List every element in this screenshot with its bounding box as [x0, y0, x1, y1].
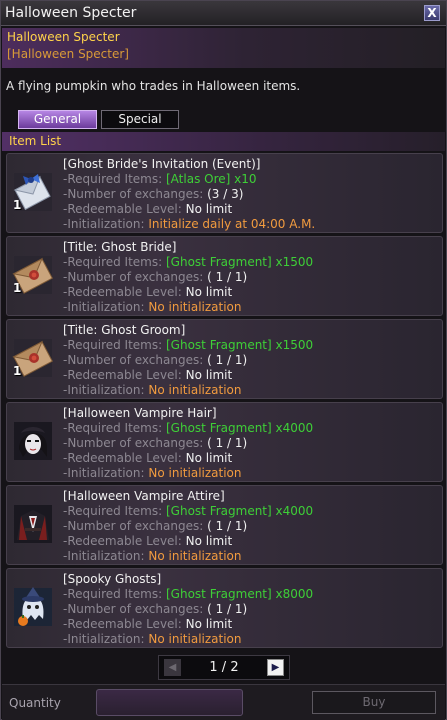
title-bar[interactable]: Halloween Specter X — [1, 1, 446, 26]
item-row[interactable]: [Halloween Vampire Hair] -Required Items… — [6, 402, 443, 482]
item-row[interactable]: 1 [Title: Ghost Groom] -Required Items: … — [6, 319, 443, 399]
redeemable-label: -Redeemable Level: — [63, 285, 182, 299]
npc-name: Halloween Specter — [7, 30, 120, 44]
ghost-icon — [11, 585, 55, 631]
tab-special[interactable]: Special — [101, 110, 179, 129]
required-label: -Required Items: — [63, 338, 163, 352]
exchanges-label: -Number of exchanges: — [63, 519, 204, 533]
shop-window: Halloween Specter X Halloween Specter [H… — [0, 0, 447, 720]
redeemable-level: No limit — [185, 202, 233, 216]
exchanges-label: -Number of exchanges: — [63, 602, 204, 616]
required-items: [Ghost Fragment] x1500 — [166, 255, 314, 269]
redeemable-level: No limit — [185, 534, 233, 548]
item-name: [Halloween Vampire Attire] — [63, 489, 225, 503]
item-quantity-badge: 1 — [13, 198, 22, 212]
buy-button[interactable]: Buy — [312, 691, 436, 714]
required-items: [Ghost Fragment] x4000 — [166, 504, 314, 518]
triangle-right-icon: ▶ — [271, 662, 280, 673]
item-row[interactable]: [Spooky Ghosts] -Required Items: [Ghost … — [6, 568, 443, 648]
item-list-label: Item List — [9, 134, 62, 148]
redeemable-level: No limit — [185, 368, 233, 382]
item-details: [Halloween Vampire Attire] -Required Ite… — [63, 489, 313, 564]
initialization-value: Initialize daily at 04:00 A.M. — [148, 217, 316, 231]
redeemable-label: -Redeemable Level: — [63, 617, 182, 631]
init-label: -Initialization: — [63, 383, 145, 397]
redeemable-level: No limit — [185, 617, 233, 631]
init-label: -Initialization: — [63, 217, 145, 231]
item-name: [Ghost Bride's Invitation (Event)] — [63, 157, 261, 171]
exchange-count: ( 1 / 1) — [207, 270, 248, 284]
required-label: -Required Items: — [63, 587, 163, 601]
redeemable-level: No limit — [185, 285, 233, 299]
tab-general[interactable]: General — [18, 110, 97, 129]
redeemable-label: -Redeemable Level: — [63, 451, 182, 465]
quantity-input[interactable] — [96, 689, 243, 716]
exchange-count: (3 / 3) — [207, 187, 244, 201]
item-list-header: Item List — [2, 132, 445, 151]
init-label: -Initialization: — [63, 466, 145, 480]
redeemable-level: No limit — [185, 451, 233, 465]
required-items: [Ghost Fragment] x1500 — [166, 338, 314, 352]
initialization-value: No initialization — [148, 383, 242, 397]
init-label: -Initialization: — [63, 300, 145, 314]
item-row[interactable]: 1 [Ghost Bride's Invitation (Event)] -Re… — [6, 153, 443, 233]
exchanges-label: -Number of exchanges: — [63, 436, 204, 450]
exchanges-label: -Number of exchanges: — [63, 187, 204, 201]
item-name: [Spooky Ghosts] — [63, 572, 162, 586]
item-name: [Title: Ghost Groom] — [63, 323, 186, 337]
footer: Quantity Buy — [2, 684, 445, 720]
next-page-button[interactable]: ▶ — [267, 659, 284, 676]
item-details: [Ghost Bride's Invitation (Event)] -Requ… — [63, 157, 315, 232]
redeemable-label: -Redeemable Level: — [63, 368, 182, 382]
item-name: [Halloween Vampire Hair] — [63, 406, 217, 420]
initialization-value: No initialization — [148, 300, 242, 314]
exchanges-label: -Number of exchanges: — [63, 353, 204, 367]
item-details: [Halloween Vampire Hair] -Required Items… — [63, 406, 313, 481]
required-items: [Ghost Fragment] x4000 — [166, 421, 314, 435]
exchange-count: ( 1 / 1) — [207, 353, 248, 367]
required-items: [Ghost Fragment] x8000 — [166, 587, 314, 601]
required-label: -Required Items: — [63, 255, 163, 269]
init-label: -Initialization: — [63, 632, 145, 646]
exchange-count: ( 1 / 1) — [207, 436, 248, 450]
item-details: [Title: Ghost Groom] -Required Items: [G… — [63, 323, 313, 398]
exchange-count: ( 1 / 1) — [207, 602, 248, 616]
required-label: -Required Items: — [63, 172, 163, 186]
close-icon: X — [427, 6, 437, 20]
npc-description: A flying pumpkin who trades in Halloween… — [6, 79, 301, 93]
npc-subtitle: [Halloween Specter] — [7, 47, 129, 61]
close-button[interactable]: X — [424, 5, 440, 21]
item-quantity-badge: 1 — [13, 281, 22, 295]
item-details: [Title: Ghost Bride] -Required Items: [G… — [63, 240, 313, 315]
npc-header: Halloween Specter [Halloween Specter] — [2, 28, 445, 68]
exchange-count: ( 1 / 1) — [207, 519, 248, 533]
initialization-value: No initialization — [148, 632, 242, 646]
item-details: [Spooky Ghosts] -Required Items: [Ghost … — [63, 572, 313, 647]
item-row[interactable]: 1 [Title: Ghost Bride] -Required Items: … — [6, 236, 443, 316]
initialization-value: No initialization — [148, 549, 242, 563]
init-label: -Initialization: — [63, 549, 145, 563]
required-label: -Required Items: — [63, 504, 163, 518]
pagination: ◀ 1 / 2 ▶ — [158, 655, 290, 680]
initialization-value: No initialization — [148, 466, 242, 480]
redeemable-label: -Redeemable Level: — [63, 534, 182, 548]
item-row[interactable]: [Halloween Vampire Attire] -Required Ite… — [6, 485, 443, 565]
required-label: -Required Items: — [63, 421, 163, 435]
window-title: Halloween Specter — [5, 5, 137, 21]
redeemable-label: -Redeemable Level: — [63, 202, 182, 216]
vampire-attire-icon — [11, 502, 55, 548]
required-items: [Atlas Ore] x10 — [166, 172, 257, 186]
item-quantity-badge: 1 — [13, 364, 22, 378]
item-name: [Title: Ghost Bride] — [63, 240, 177, 254]
quantity-label: Quantity — [9, 696, 61, 710]
vampire-hair-icon — [11, 419, 55, 465]
exchanges-label: -Number of exchanges: — [63, 270, 204, 284]
